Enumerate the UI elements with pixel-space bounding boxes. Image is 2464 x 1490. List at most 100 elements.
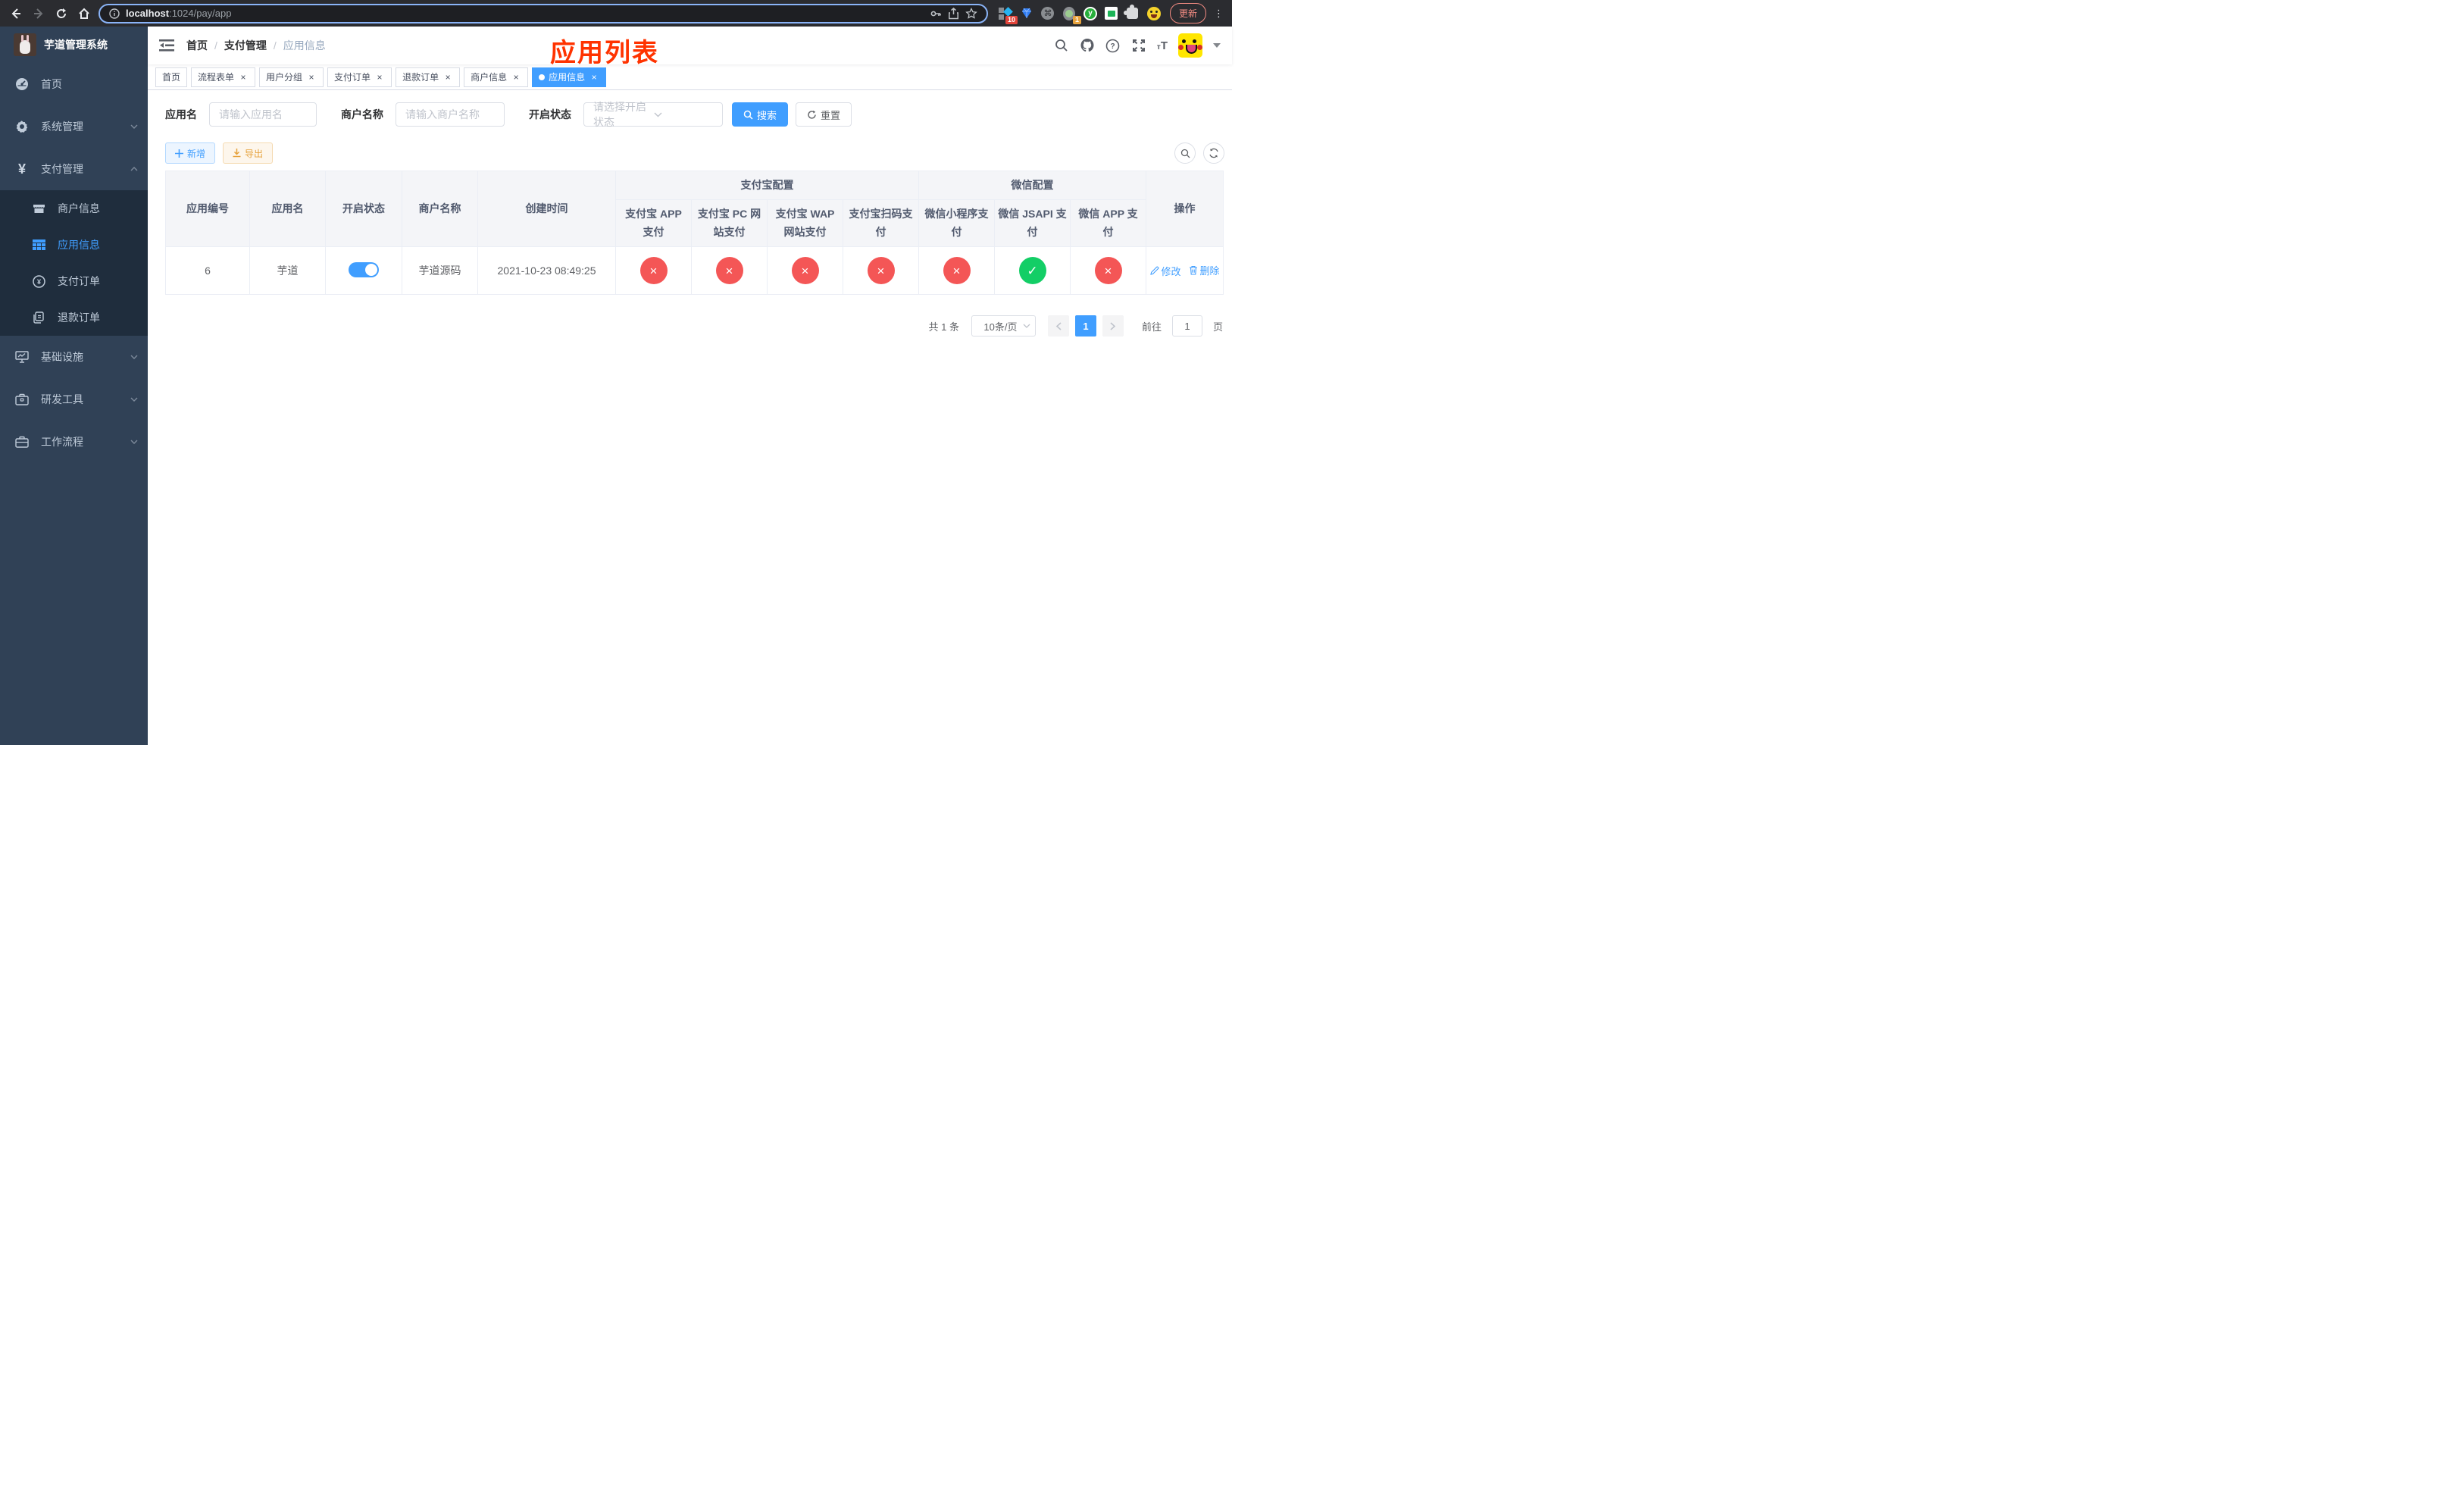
session-badge: 1 <box>1072 15 1081 24</box>
status-select[interactable]: 请选择开启状态 <box>583 101 723 128</box>
chevron-down-icon <box>130 437 139 446</box>
add-button[interactable]: 新增 <box>165 142 216 164</box>
group-alipay-config: 支付宝配置 <box>615 171 919 200</box>
browser-toolbar: localhost:1024/pay/app 10 ⌘ 1 y 更新 ⋮ <box>0 0 1232 27</box>
merchant-name-input[interactable] <box>396 102 505 127</box>
emoji-extension-icon[interactable] <box>1146 6 1161 20</box>
col-app-name: 应用名 <box>249 171 326 247</box>
browser-menu-icon[interactable]: ⋮ <box>1214 8 1224 20</box>
tag-pay-order[interactable]: 支付订单 × <box>327 67 392 87</box>
cell-merchant: 芋道源码 <box>402 246 478 295</box>
cell-actions: 修改 删除 <box>1146 246 1224 295</box>
fullscreen-icon[interactable] <box>1131 38 1146 53</box>
font-size-icon[interactable]: тT <box>1157 39 1168 52</box>
goto-label: 前往 <box>1141 321 1162 333</box>
cell-created: 2021-10-23 08:49:25 <box>477 246 616 295</box>
browser-update-button[interactable]: 更新 <box>1169 3 1206 23</box>
command-extension-icon[interactable]: ⌘ <box>1041 7 1055 20</box>
table-grid-icon <box>32 238 45 252</box>
forward-icon[interactable] <box>30 5 47 22</box>
back-icon[interactable] <box>8 5 24 22</box>
pagination: 共 1 条 10条/页 1 前往 页 <box>165 315 1223 337</box>
merchant-name-label: 商户名称 <box>341 108 383 121</box>
help-icon[interactable]: ? <box>1105 38 1121 53</box>
tag-refund-order[interactable]: 退款订单 × <box>396 67 461 87</box>
sidebar-item-home[interactable]: 首页 <box>0 63 148 105</box>
monitor-chart-icon <box>15 350 29 364</box>
delete-link[interactable]: 删除 <box>1189 263 1220 277</box>
reset-button[interactable]: 重置 <box>796 102 852 127</box>
col-app-id: 应用编号 <box>165 171 250 247</box>
sidebar-item-refund-order[interactable]: 退款订单 <box>0 299 148 336</box>
tasks-extension-icon[interactable]: 10 <box>998 6 1018 24</box>
sidebar-item-merchant-info[interactable]: 商户信息 <box>0 190 148 227</box>
github-icon[interactable] <box>1080 38 1095 53</box>
breadcrumb-home[interactable]: 首页 <box>186 38 208 53</box>
toggle-search-button[interactable] <box>1174 142 1196 164</box>
page-annotation: 应用列表 <box>550 39 659 67</box>
close-icon[interactable]: × <box>589 72 599 83</box>
app-name-input[interactable] <box>209 102 317 127</box>
edit-link[interactable]: 修改 <box>1149 264 1181 278</box>
page-size-select[interactable]: 10条/页 <box>971 315 1036 337</box>
sidebar-item-label: 工作流程 <box>41 436 83 448</box>
puzzle-extension-icon[interactable] <box>1124 5 1140 20</box>
tag-user-group[interactable]: 用户分组 × <box>259 67 324 87</box>
key-icon[interactable] <box>930 8 942 20</box>
sidebar-item-label: 研发工具 <box>41 393 83 405</box>
search-button[interactable]: 搜索 <box>732 102 789 127</box>
gem-extension-icon[interactable] <box>1020 7 1033 20</box>
home-icon[interactable] <box>76 5 92 22</box>
tag-home[interactable]: 首页 <box>155 67 188 87</box>
share-icon[interactable] <box>948 7 959 20</box>
bookmark-star-icon[interactable] <box>965 7 977 20</box>
caret-down-icon[interactable] <box>1213 42 1221 49</box>
breadcrumb-pay[interactable]: 支付管理 <box>224 38 267 53</box>
hamburger-icon[interactable] <box>159 39 174 52</box>
alipay-qr-status-icon: × <box>867 257 895 284</box>
sidebar-item-infra[interactable]: 基础设施 <box>0 336 148 378</box>
url-bar[interactable]: localhost:1024/pay/app <box>98 3 988 23</box>
close-icon[interactable]: × <box>238 72 249 83</box>
chevron-down-icon <box>130 352 139 362</box>
export-button[interactable]: 导出 <box>223 142 274 164</box>
page-unit-label: 页 <box>1212 321 1223 333</box>
app-name-label: 应用名 <box>165 108 197 121</box>
sidebar-item-system[interactable]: 系统管理 <box>0 105 148 148</box>
close-icon[interactable]: × <box>306 72 317 83</box>
svg-text:¥: ¥ <box>36 278 40 286</box>
chat-extension-icon[interactable] <box>1105 7 1118 20</box>
sidebar-item-devtools[interactable]: 研发工具 <box>0 378 148 421</box>
goto-page-input[interactable] <box>1171 315 1202 337</box>
sidebar-item-pay[interactable]: ¥ 支付管理 <box>0 148 148 190</box>
extensions-row: 10 ⌘ 1 y <box>998 5 1161 24</box>
next-page-button[interactable] <box>1102 315 1124 337</box>
tag-app-info[interactable]: 应用信息 × <box>532 67 607 87</box>
tag-merchant-info[interactable]: 商户信息 × <box>464 67 529 87</box>
avatar[interactable] <box>1178 33 1202 58</box>
close-icon[interactable]: × <box>511 72 521 83</box>
site-info-icon[interactable] <box>109 8 120 19</box>
sidebar-item-pay-order[interactable]: ¥ 支付订单 <box>0 263 148 299</box>
col-status: 开启状态 <box>325 171 402 247</box>
url-text[interactable]: localhost:1024/pay/app <box>126 8 924 19</box>
search-icon[interactable] <box>1054 38 1069 53</box>
sidebar-logo[interactable]: 芋道管理系统 <box>0 27 148 63</box>
status-toggle[interactable] <box>349 261 379 277</box>
close-icon[interactable]: × <box>374 72 385 83</box>
documents-icon <box>32 311 45 324</box>
refresh-table-button[interactable] <box>1203 142 1224 164</box>
sidebar-item-app-info[interactable]: 应用信息 <box>0 227 148 263</box>
tag-flow-form[interactable]: 流程表单 × <box>191 67 256 87</box>
session-extension-icon[interactable]: 1 <box>1062 6 1081 24</box>
sidebar-item-workflow[interactable]: 工作流程 <box>0 421 148 463</box>
close-icon[interactable]: × <box>442 72 453 83</box>
page-content: 应用名 商户名称 开启状态 请选择开启状态 <box>148 90 1232 745</box>
reload-icon[interactable] <box>53 5 70 22</box>
sidebar-item-label: 支付订单 <box>58 275 100 287</box>
page-number-1[interactable]: 1 <box>1074 315 1096 337</box>
prev-page-button[interactable] <box>1047 315 1069 337</box>
tags-bar: 首页 流程表单 × 用户分组 × 支付订单 × 退款订单 × 商户信息 × 应用信息 × <box>148 64 1232 90</box>
col-alipay-qr: 支付宝扫码支付 <box>843 199 919 247</box>
yudao-extension-icon[interactable]: y <box>1083 6 1097 20</box>
